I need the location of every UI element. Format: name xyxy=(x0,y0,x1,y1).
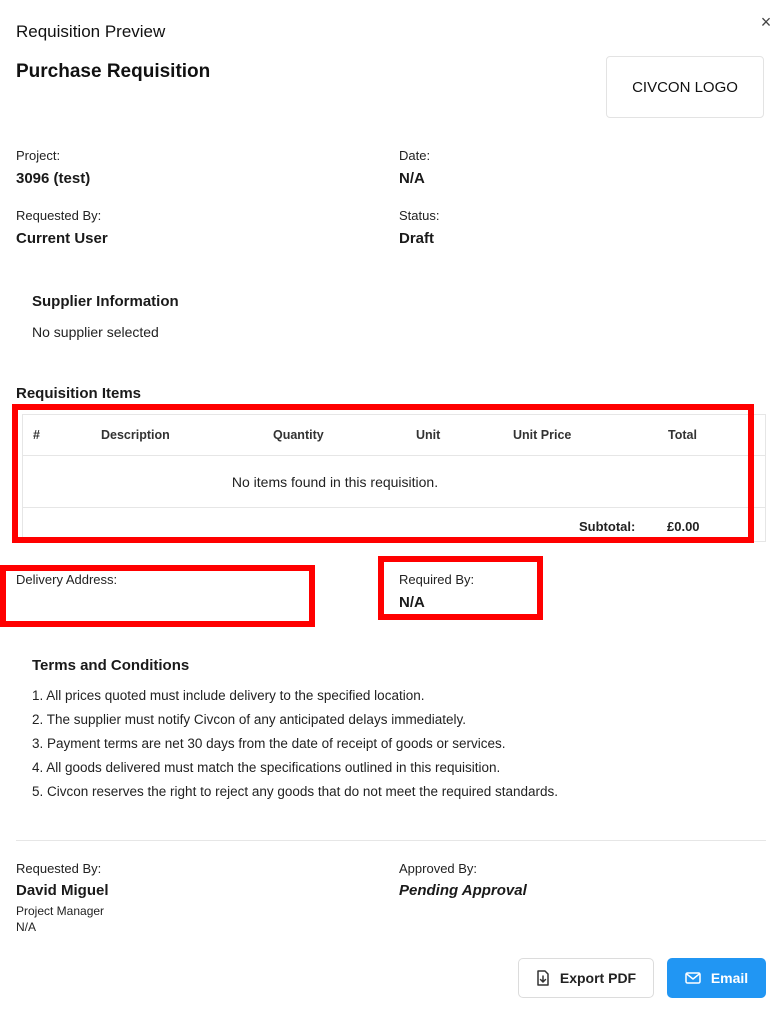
empty-message: No items found in this requisition. xyxy=(231,474,439,490)
col-unit-price: Unit Price xyxy=(513,428,572,442)
term-item: 4. All goods delivered must match the sp… xyxy=(32,760,501,775)
file-download-icon xyxy=(536,970,550,986)
signoff-requested-label: Requested By: xyxy=(16,861,102,876)
logo-text: CIVCON LOGO xyxy=(632,78,738,96)
requested-by-value: Current User xyxy=(16,230,108,247)
term-item: 1. All prices quoted must include delive… xyxy=(32,688,425,703)
subtotal-value: £0.00 xyxy=(667,519,700,534)
project-label: Project: xyxy=(16,148,61,163)
supplier-text: No supplier selected xyxy=(32,324,159,340)
table-row: No items found in this requisition. xyxy=(23,455,765,508)
close-icon[interactable]: × xyxy=(756,12,776,32)
email-button[interactable]: Email xyxy=(667,958,766,998)
date-value: N/A xyxy=(399,170,425,187)
divider xyxy=(16,840,766,841)
requested-by-label: Requested By: xyxy=(16,208,102,223)
col-number: # xyxy=(33,428,40,442)
term-item: 2. The supplier must notify Civcon of an… xyxy=(32,712,466,727)
status-label: Status: xyxy=(399,208,440,223)
col-unit: Unit xyxy=(416,428,441,442)
mail-icon xyxy=(685,972,701,984)
col-quantity: Quantity xyxy=(273,428,324,442)
modal-title: Requisition Preview xyxy=(16,22,166,41)
terms-heading: Terms and Conditions xyxy=(32,657,190,674)
items-table: # Description Quantity Unit Unit Price T… xyxy=(22,414,766,542)
col-total: Total xyxy=(668,428,697,442)
signoff-requested-extra: N/A xyxy=(16,920,37,934)
col-description: Description xyxy=(101,428,170,442)
export-pdf-button[interactable]: Export PDF xyxy=(518,958,654,998)
signoff-requested-role: Project Manager xyxy=(16,904,105,918)
signoff-requested-name: David Miguel xyxy=(16,882,109,899)
term-item: 3. Payment terms are net 30 days from th… xyxy=(32,736,506,751)
date-label: Date: xyxy=(399,148,431,163)
subtotal-label: Subtotal: xyxy=(579,519,636,534)
status-value: Draft xyxy=(399,230,435,247)
company-logo: CIVCON LOGO xyxy=(606,56,764,118)
email-label: Email xyxy=(710,970,749,986)
required-by-label: Required By: xyxy=(399,572,475,587)
signoff-approved-value: Pending Approval xyxy=(399,882,527,899)
document-title: Purchase Requisition xyxy=(16,61,211,82)
project-value: 3096 (test) xyxy=(16,170,91,187)
export-pdf-label: Export PDF xyxy=(559,970,637,986)
required-by-value: N/A xyxy=(399,594,425,611)
table-header: # Description Quantity Unit Unit Price T… xyxy=(23,415,765,456)
items-heading: Requisition Items xyxy=(16,385,142,402)
signoff-approved-label: Approved By: xyxy=(399,861,478,876)
term-item: 5. Civcon reserves the right to reject a… xyxy=(32,784,559,799)
delivery-address-label: Delivery Address: xyxy=(16,572,118,587)
supplier-heading: Supplier Information xyxy=(32,293,179,310)
